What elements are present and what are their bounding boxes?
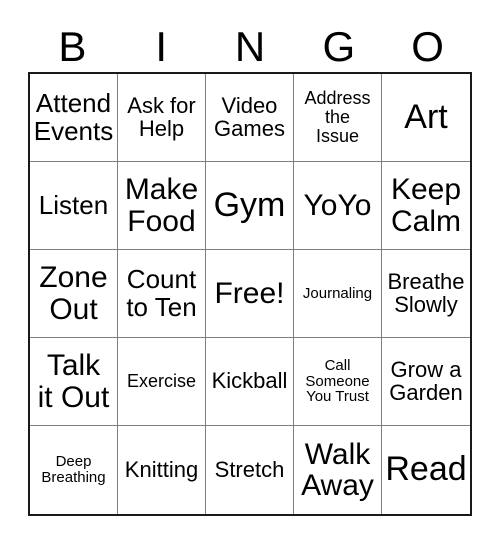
bingo-square[interactable]: Read — [382, 426, 470, 514]
bingo-square[interactable]: Zone Out — [30, 250, 118, 338]
bingo-square-label: Address the Issue — [304, 88, 371, 146]
bingo-square-label: Walk Away — [301, 437, 374, 502]
bingo-square-label: Call Someone You Trust — [305, 357, 370, 406]
bingo-square[interactable]: Journaling — [294, 250, 382, 338]
bingo-square-label: Journaling — [302, 284, 373, 302]
bingo-square-label: Kickball — [211, 368, 288, 394]
bingo-square[interactable]: Stretch — [206, 426, 294, 514]
bingo-square[interactable]: Listen — [30, 162, 118, 250]
bingo-square[interactable]: Grow a Garden — [382, 338, 470, 426]
bingo-square-label: Count to Ten — [126, 264, 197, 322]
bingo-square-label: Free! — [214, 276, 285, 310]
bingo-square-label: Art — [404, 97, 448, 136]
bingo-header-letter-g: G — [322, 23, 356, 70]
bingo-square-label: Make Food — [124, 173, 199, 238]
bingo-square-label: Read — [385, 450, 467, 489]
bingo-square-label: Exercise — [126, 371, 197, 392]
bingo-square[interactable]: Exercise — [118, 338, 206, 426]
bingo-square-label: Grow a Garden — [389, 356, 463, 405]
bingo-square[interactable]: YoYo — [294, 162, 382, 250]
bingo-square-label: Keep Calm — [390, 173, 462, 238]
bingo-square[interactable]: Knitting — [118, 426, 206, 514]
bingo-grid: Attend Events Ask for Help Video Games Addr… — [28, 72, 472, 516]
bingo-square[interactable]: Ask for Help — [118, 74, 206, 162]
bingo-header-letter-i: I — [155, 23, 168, 70]
bingo-square-label: Listen — [38, 189, 109, 220]
bingo-square[interactable]: Call Someone You Trust — [294, 338, 382, 426]
bingo-free-square[interactable]: Free! — [206, 250, 294, 338]
bingo-square[interactable]: Walk Away — [294, 426, 382, 514]
bingo-square[interactable]: Breathe Slowly — [382, 250, 470, 338]
bingo-square-label: Stretch — [214, 456, 285, 482]
bingo-square-label: Ask for Help — [127, 92, 196, 141]
bingo-square[interactable]: Talk it Out — [30, 338, 118, 426]
bingo-square[interactable]: Video Games — [206, 74, 294, 162]
bingo-square[interactable]: Art — [382, 74, 470, 162]
bingo-square-label: Gym — [213, 185, 286, 224]
bingo-square[interactable]: Gym — [206, 162, 294, 250]
bingo-square[interactable]: Kickball — [206, 338, 294, 426]
bingo-square-label: Video Games — [214, 92, 285, 141]
bingo-header-row: B I N G O — [28, 22, 472, 72]
bingo-square[interactable]: Count to Ten — [118, 250, 206, 338]
bingo-square-label: Zone Out — [39, 261, 108, 326]
bingo-card: B I N G O Attend Events Ask for Help Video… — [0, 0, 500, 544]
bingo-square-label: Deep Breathing — [41, 453, 106, 486]
bingo-square-label: YoYo — [303, 188, 372, 222]
bingo-square[interactable]: Address the Issue — [294, 74, 382, 162]
bingo-header-letter-n: N — [234, 23, 266, 70]
bingo-square-label: Attend Events — [33, 88, 114, 146]
bingo-square-label: Talk it Out — [37, 349, 110, 414]
bingo-header-letter-b: B — [58, 23, 87, 70]
bingo-square-label: Breathe Slowly — [387, 268, 465, 317]
bingo-square[interactable]: Keep Calm — [382, 162, 470, 250]
bingo-square-label: Knitting — [124, 456, 199, 482]
bingo-square[interactable]: Deep Breathing — [30, 426, 118, 514]
bingo-square[interactable]: Make Food — [118, 162, 206, 250]
bingo-header-letter-o: O — [411, 23, 444, 70]
bingo-square[interactable]: Attend Events — [30, 74, 118, 162]
